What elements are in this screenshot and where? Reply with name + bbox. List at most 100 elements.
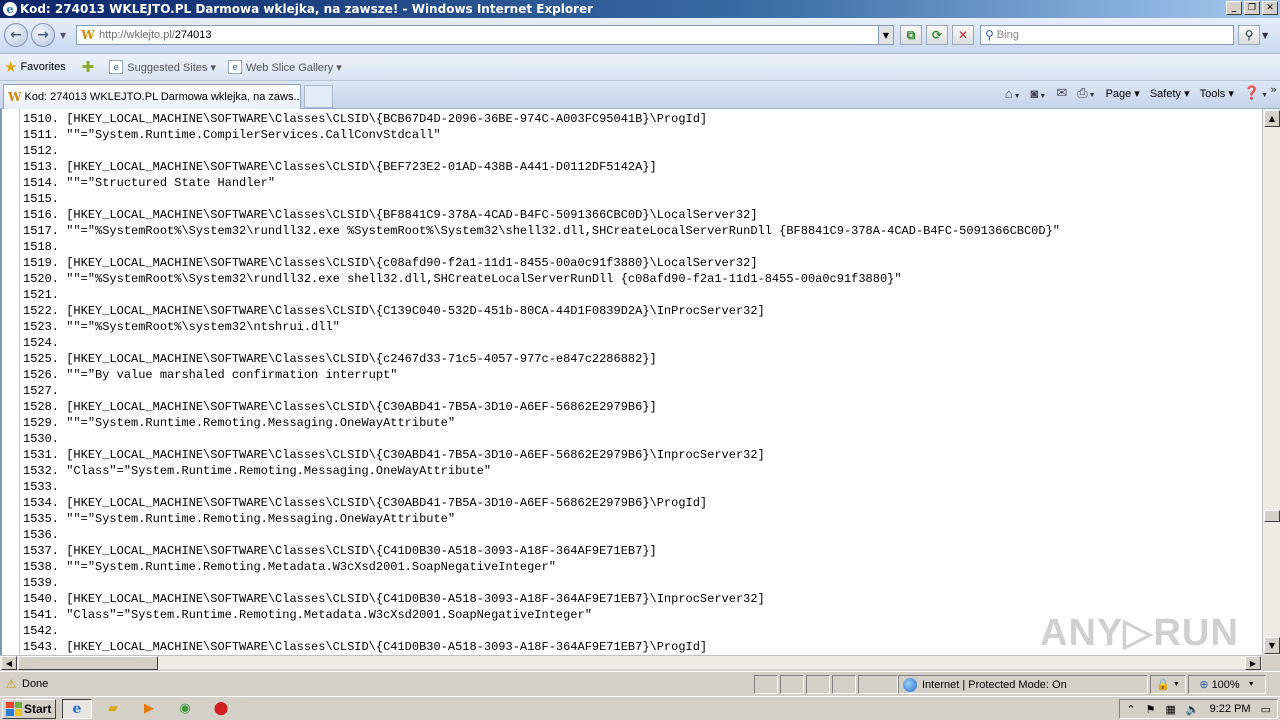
zoom-level: 100% bbox=[1211, 678, 1240, 691]
show-desktop-icon[interactable]: ▭ bbox=[1261, 703, 1271, 716]
new-tab-button[interactable] bbox=[304, 85, 333, 108]
popup-blocker[interactable]: 🔒 ▼ bbox=[1150, 675, 1186, 694]
scroll-up-icon[interactable]: ▲ bbox=[1264, 110, 1280, 127]
favorites-label: Favorites bbox=[20, 61, 66, 73]
security-zone[interactable]: Internet | Protected Mode: On bbox=[898, 675, 1148, 694]
line-number: 1525. bbox=[23, 352, 60, 366]
scrollbar-corner bbox=[1262, 655, 1280, 669]
line-text: "Class"="System.Runtime.Remoting.Metadat… bbox=[66, 608, 592, 622]
code-line: 1510. [HKEY_LOCAL_MACHINE\SOFTWARE\Class… bbox=[23, 111, 707, 127]
code-line: 1536. bbox=[23, 527, 66, 543]
more-commands-chevron-icon[interactable]: » bbox=[1270, 83, 1277, 96]
horizontal-scroll-thumb[interactable] bbox=[18, 656, 158, 670]
volume-icon[interactable]: 🔈 bbox=[1186, 703, 1200, 716]
chrome-icon: ◉ bbox=[179, 701, 191, 716]
line-text: ""="System.Runtime.Remoting.Metadata.W3c… bbox=[66, 560, 556, 574]
printer-icon: ⎙ bbox=[1077, 85, 1088, 100]
compatibility-view-button[interactable]: ⧉ bbox=[900, 25, 922, 45]
code-line: 1520. ""="%SystemRoot%\System32\rundll32… bbox=[23, 271, 902, 287]
clock[interactable]: 9:22 PM bbox=[1210, 703, 1251, 715]
line-number: 1517. bbox=[23, 224, 60, 238]
home-button[interactable]: ⌂▼ bbox=[1005, 86, 1021, 101]
read-mail-button[interactable]: ✉ bbox=[1056, 85, 1067, 101]
scroll-down-icon[interactable]: ▼ bbox=[1264, 637, 1280, 654]
address-bar[interactable]: W http://wklejto.pl/274013 ▼ bbox=[76, 25, 894, 45]
line-number: 1511. bbox=[23, 128, 60, 142]
address-url[interactable]: http://wklejto.pl/274013 bbox=[99, 29, 878, 41]
horizontal-scrollbar[interactable]: ◀ ▶ bbox=[0, 655, 1262, 670]
forward-arrow-icon: → bbox=[37, 27, 49, 43]
taskbar-chrome-button[interactable]: ◉ bbox=[170, 699, 200, 719]
tools-menu[interactable]: Tools ▾ bbox=[1200, 87, 1234, 100]
line-number: 1516. bbox=[23, 208, 60, 222]
line-number: 1513. bbox=[23, 160, 60, 174]
web-slice-label: Web Slice Gallery ▾ bbox=[245, 61, 342, 74]
vertical-scrollbar[interactable]: ▲ ▼ bbox=[1262, 109, 1280, 655]
opera-icon: ⬤ bbox=[213, 701, 229, 716]
line-number: 1512. bbox=[23, 144, 60, 158]
safety-menu[interactable]: Safety ▾ bbox=[1150, 87, 1190, 100]
taskbar-explorer-button[interactable]: ▰ bbox=[98, 699, 128, 719]
help-button[interactable]: ❓▼ bbox=[1244, 85, 1268, 101]
line-number: 1514. bbox=[23, 176, 60, 190]
anyrun-watermark: ANY▷RUN bbox=[1040, 612, 1239, 654]
favorites-button[interactable]: ★ Favorites bbox=[0, 58, 66, 76]
scroll-left-icon[interactable]: ◀ bbox=[1, 656, 17, 670]
vertical-scroll-thumb[interactable] bbox=[1264, 510, 1280, 522]
line-text: ""="By value marshaled confirmation inte… bbox=[66, 368, 398, 382]
add-to-favorites-bar-button[interactable]: ✚ bbox=[78, 58, 98, 76]
code-line: 1513. [HKEY_LOCAL_MACHINE\SOFTWARE\Class… bbox=[23, 159, 657, 175]
network-icon[interactable]: ▦ bbox=[1166, 703, 1176, 716]
taskbar-ie-button[interactable]: e bbox=[62, 698, 92, 719]
window-controls: _ ❐ ✕ bbox=[1226, 1, 1278, 15]
code-line: 1525. [HKEY_LOCAL_MACHINE\SOFTWARE\Class… bbox=[23, 351, 657, 367]
code-line: 1540. [HKEY_LOCAL_MACHINE\SOFTWARE\Class… bbox=[23, 591, 765, 607]
print-button[interactable]: ⎙▼ bbox=[1077, 85, 1095, 101]
address-dropdown-button[interactable]: ▼ bbox=[878, 26, 893, 44]
line-text: [HKEY_LOCAL_MACHINE\SOFTWARE\Classes\CLS… bbox=[66, 496, 708, 510]
suggested-sites-link[interactable]: e Suggested Sites ▾ bbox=[109, 60, 216, 74]
code-line: 1522. [HKEY_LOCAL_MACHINE\SOFTWARE\Class… bbox=[23, 303, 765, 319]
flag-icon[interactable]: ⚑ bbox=[1146, 703, 1156, 716]
recent-pages-dropdown[interactable]: ▼ bbox=[60, 31, 66, 40]
web-slice-gallery-link[interactable]: e Web Slice Gallery ▾ bbox=[227, 60, 342, 74]
tab-title: Kod: 274013 WKLEJTO.PL Darmowa wklejka, … bbox=[24, 91, 301, 103]
code-line: 1530. bbox=[23, 431, 66, 447]
line-number: 1543. bbox=[23, 640, 60, 654]
mail-icon: ✉ bbox=[1056, 85, 1068, 100]
scroll-right-icon[interactable]: ▶ bbox=[1245, 656, 1261, 670]
code-line: 1527. bbox=[23, 383, 66, 399]
code-line: 1529. ""="System.Runtime.Remoting.Messag… bbox=[23, 415, 455, 431]
refresh-button[interactable]: ⟳ bbox=[926, 25, 948, 45]
status-text: Done bbox=[22, 678, 49, 690]
forward-button[interactable]: → bbox=[31, 23, 55, 47]
line-number: 1532. bbox=[23, 464, 60, 478]
code-line: 1541. "Class"="System.Runtime.Remoting.M… bbox=[23, 607, 592, 623]
search-box[interactable]: ⚲ Bing bbox=[980, 25, 1234, 45]
stop-button[interactable]: ✕ bbox=[952, 25, 974, 45]
tray-expand-icon[interactable]: ⌃ bbox=[1126, 703, 1135, 716]
taskbar-opera-button[interactable]: ⬤ bbox=[206, 699, 236, 719]
back-button[interactable]: ← bbox=[4, 23, 28, 47]
code-line: 1514. ""="Structured State Handler" bbox=[23, 175, 275, 191]
taskbar-media-player-button[interactable]: ▶ bbox=[134, 699, 164, 719]
add-favorite-icon: ✚ bbox=[81, 59, 95, 76]
search-options-dropdown[interactable]: ▼ bbox=[1262, 31, 1268, 40]
search-button[interactable]: ⚲ bbox=[1238, 25, 1260, 45]
page-menu[interactable]: Page ▾ bbox=[1106, 87, 1140, 100]
back-arrow-icon: ← bbox=[10, 27, 22, 43]
code-line: 1532. "Class"="System.Runtime.Remoting.M… bbox=[23, 463, 491, 479]
bing-icon: ⚲ bbox=[985, 28, 994, 42]
minimize-button[interactable]: _ bbox=[1226, 1, 1242, 15]
tab-current-page[interactable]: W Kod: 274013 WKLEJTO.PL Darmowa wklejka… bbox=[3, 84, 301, 109]
maximize-button[interactable]: ❐ bbox=[1244, 1, 1260, 15]
start-label: Start bbox=[24, 701, 52, 716]
start-button[interactable]: Start bbox=[2, 698, 56, 719]
web-slice-icon: e bbox=[227, 60, 242, 74]
feeds-button[interactable]: ◙▼ bbox=[1031, 86, 1047, 101]
zoom-control[interactable]: ⊕ 100% ▼ bbox=[1188, 675, 1266, 694]
code-line: 1518. bbox=[23, 239, 66, 255]
site-favicon-icon: W bbox=[81, 28, 95, 42]
help-icon: ❓ bbox=[1243, 85, 1261, 100]
close-button[interactable]: ✕ bbox=[1262, 1, 1278, 15]
